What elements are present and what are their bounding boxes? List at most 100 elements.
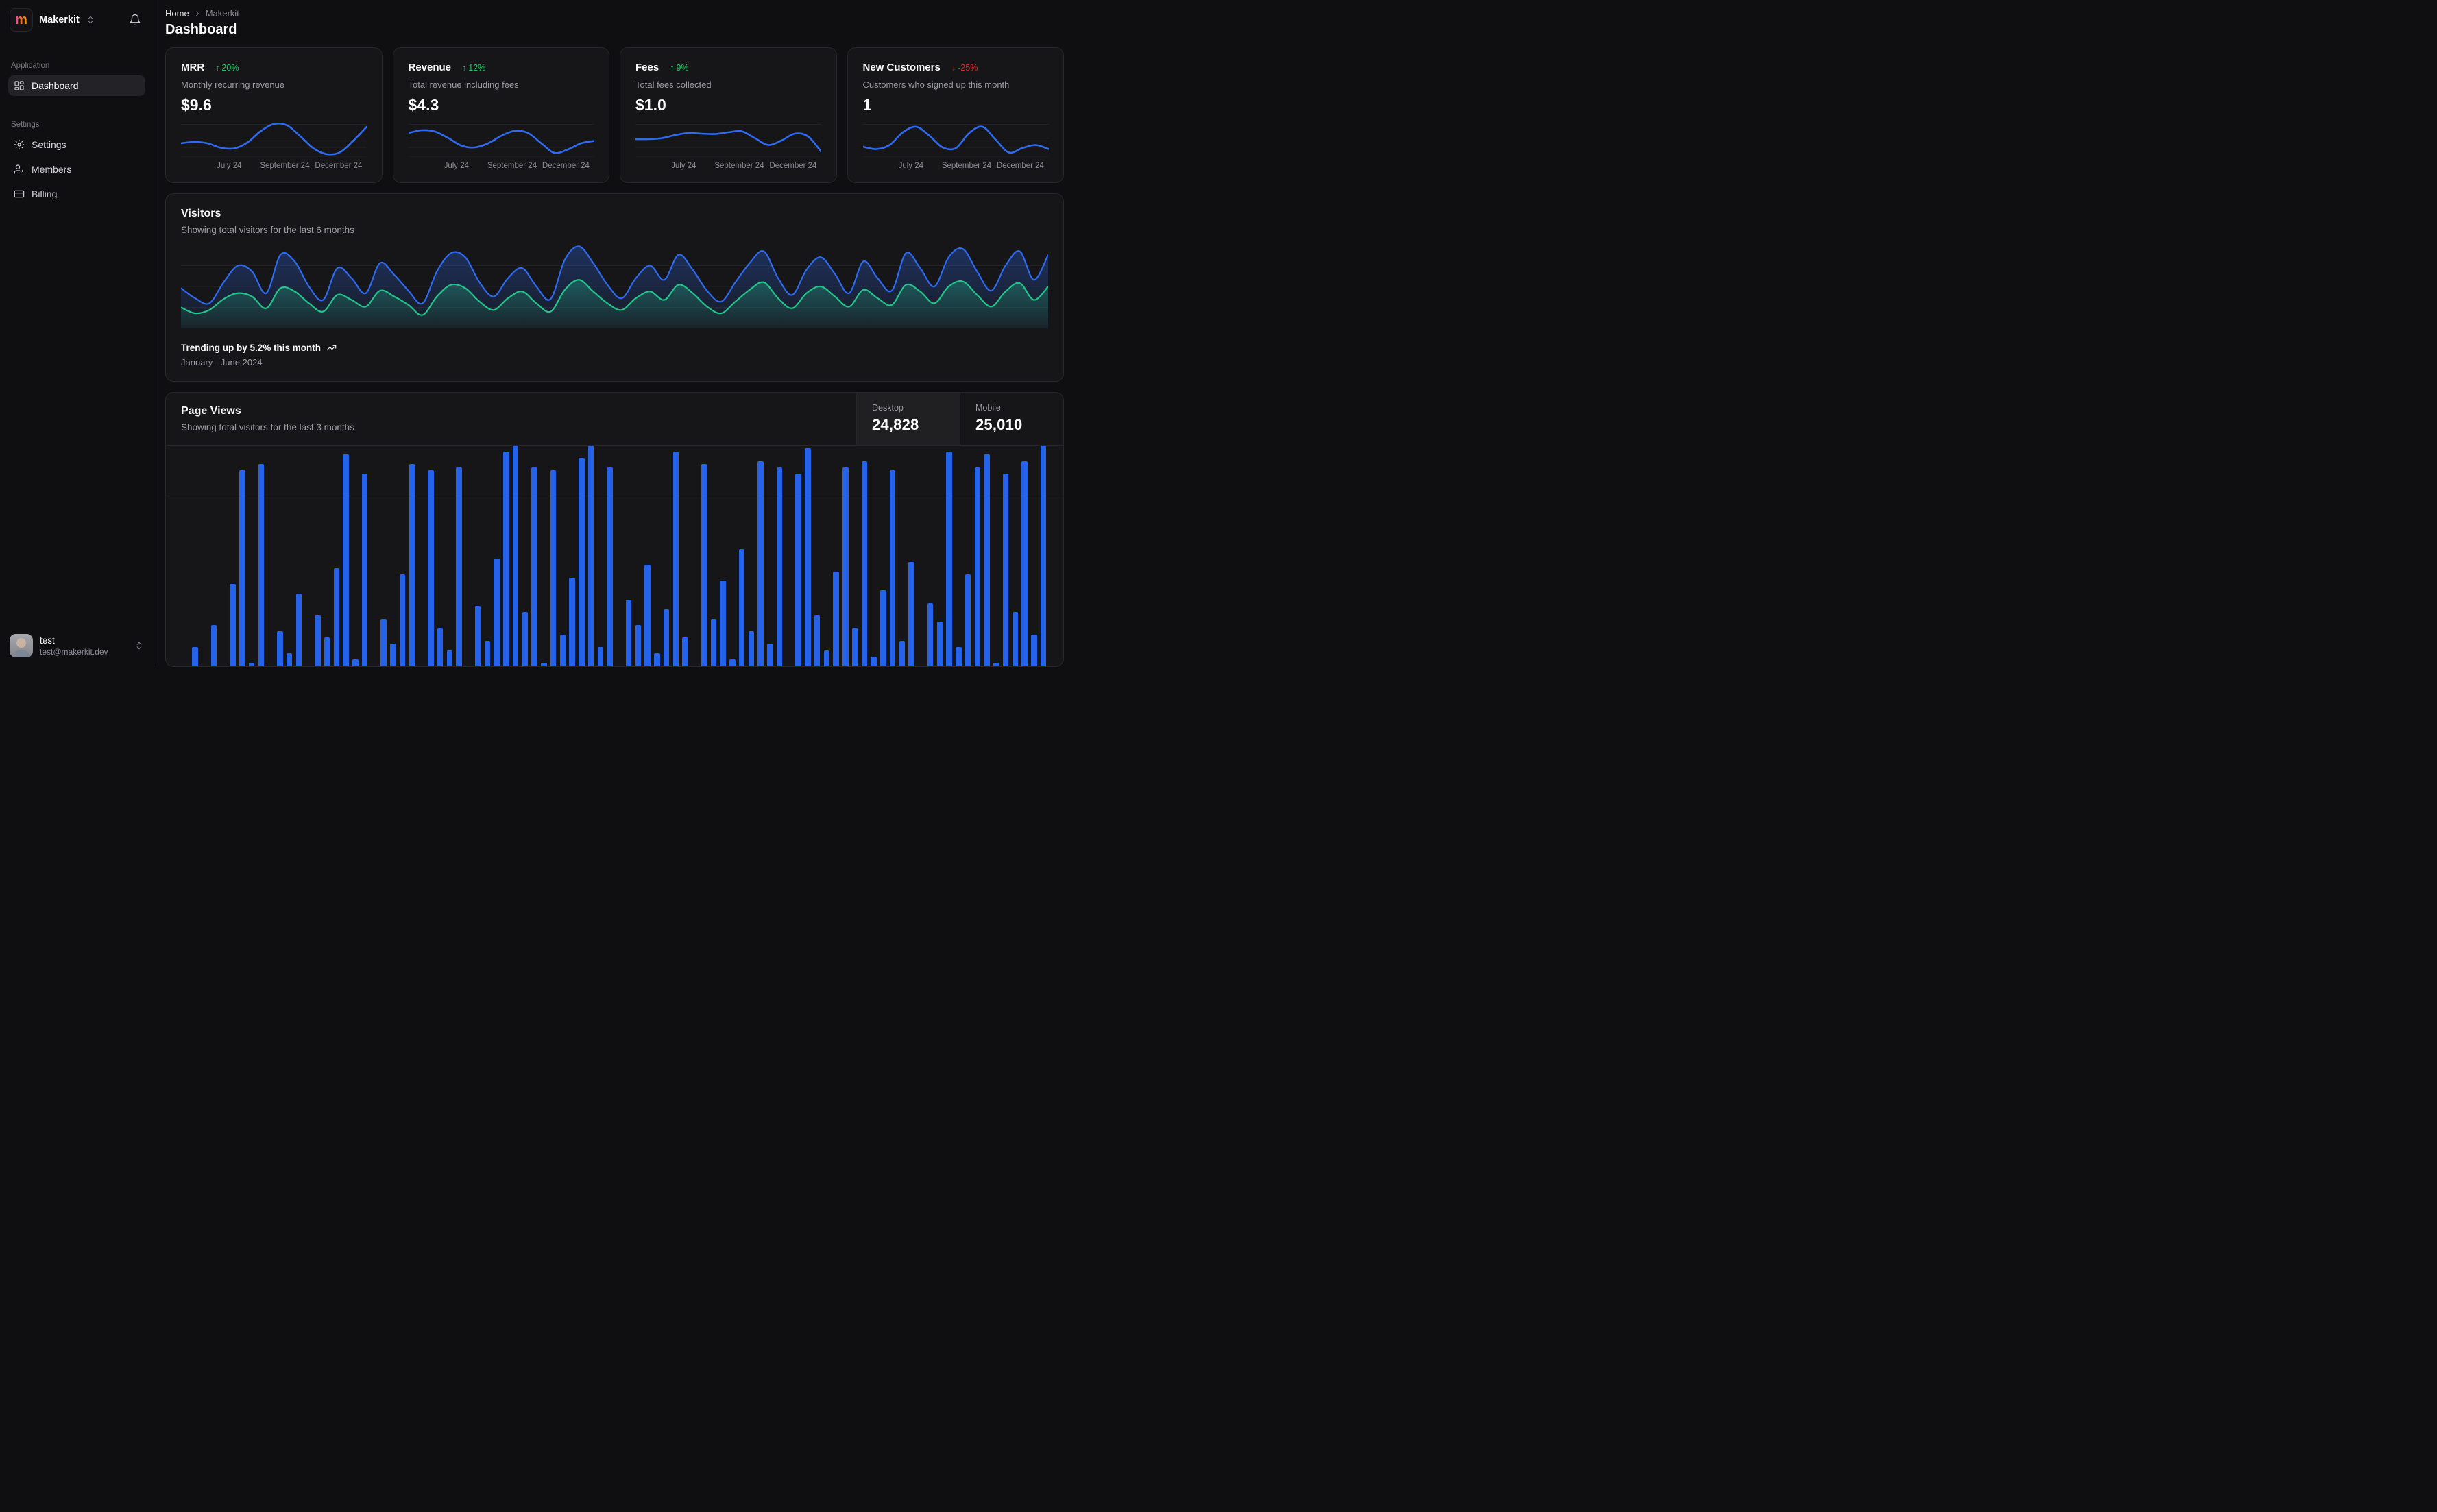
- stat-value: $1.0: [635, 96, 666, 114]
- chevrons-up-down-icon: [88, 16, 93, 24]
- bar: [446, 650, 453, 666]
- bar: [984, 454, 990, 666]
- main-content: Home Makerkit Dashboard MRR ↑ 20% Monthly…: [154, 0, 1075, 667]
- workspace-name: Makerkit: [39, 14, 80, 25]
- bar: [936, 621, 943, 666]
- bar: [295, 593, 302, 666]
- bar: [918, 666, 924, 667]
- bar: [428, 470, 434, 666]
- bar: [682, 637, 688, 666]
- stat-card-mrr: MRR ↑ 20% Monthly recurring revenue $9.6 …: [165, 47, 383, 183]
- bar: [512, 445, 519, 666]
- makerkit-logo: m: [10, 8, 33, 32]
- stat-sparkline: July 24 September 24 December 24: [180, 120, 368, 174]
- bar: [248, 662, 255, 666]
- toggle-label: Desktop: [872, 403, 904, 413]
- stat-value: 1: [862, 96, 872, 114]
- x-tick-label: September 24: [941, 161, 992, 170]
- page-views-title: Page Views: [181, 404, 241, 417]
- bar: [1031, 634, 1037, 666]
- sidebar-item-label: Settings: [32, 139, 66, 150]
- sidebar-item-label: Dashboard: [32, 80, 79, 91]
- chevrons-up-down-icon: [136, 642, 142, 650]
- sidebar-item-billing[interactable]: Billing: [8, 184, 145, 204]
- toggle-label: Mobile: [975, 403, 1001, 413]
- toggle-value: 24,828: [872, 416, 919, 434]
- stat-subtitle: Monthly recurring revenue: [181, 80, 285, 90]
- sidebar-item-dashboard[interactable]: Dashboard: [8, 75, 145, 96]
- bar: [380, 618, 387, 666]
- bar: [550, 470, 557, 666]
- bar: [277, 631, 283, 666]
- bar: [692, 666, 698, 667]
- toggle-mobile[interactable]: Mobile 25,010: [960, 392, 1063, 445]
- breadcrumb-home[interactable]: Home: [165, 8, 189, 19]
- arrow-up-icon: ↑: [462, 62, 467, 73]
- stat-value: $9.6: [181, 96, 212, 114]
- page-title: Dashboard: [165, 22, 237, 37]
- bar: [880, 589, 886, 666]
- arrow-up-icon: ↑: [670, 62, 675, 73]
- breadcrumb: Home Makerkit: [165, 8, 1064, 19]
- bar: [965, 574, 971, 666]
- avatar: [10, 634, 33, 657]
- page-views-header: Page Views Showing total visitors for th…: [166, 392, 1063, 446]
- stat-delta-badge: ↑ 20%: [215, 62, 239, 73]
- bar: [635, 624, 642, 666]
- bar: [672, 451, 679, 666]
- bar: [559, 634, 566, 666]
- sidebar-item-members[interactable]: Members: [8, 159, 145, 180]
- bar: [390, 643, 396, 666]
- visitors-title: Visitors: [181, 207, 221, 219]
- sidebar-item-settings[interactable]: Settings: [8, 134, 145, 155]
- sidebar-item-label: Members: [32, 164, 72, 175]
- page-views-card: Page Views Showing total visitors for th…: [165, 391, 1064, 667]
- x-tick-label: December 24: [769, 161, 817, 170]
- toggle-desktop[interactable]: Desktop 24,828: [856, 392, 960, 445]
- bar: [767, 643, 773, 666]
- bar: [569, 577, 575, 666]
- bar: [531, 467, 537, 666]
- stat-value: $4.3: [408, 96, 439, 114]
- workspace-selector[interactable]: m Makerkit: [8, 7, 145, 33]
- notifications-button[interactable]: [126, 11, 144, 29]
- stat-sparkline: July 24 September 24 December 24: [634, 120, 823, 174]
- bar: [597, 646, 604, 666]
- stat-title: Fees: [635, 62, 659, 73]
- stat-delta-badge: ↑ 12%: [462, 62, 486, 73]
- user-menu[interactable]: test test@makerkit.dev: [8, 631, 145, 660]
- bar: [908, 561, 914, 666]
- x-tick-label: December 24: [542, 161, 590, 170]
- bar: [286, 653, 293, 666]
- bar: [361, 473, 368, 666]
- stat-sparkline: July 24 September 24 December 24: [407, 120, 595, 174]
- x-tick-label: September 24: [260, 161, 310, 170]
- bar: [710, 618, 717, 666]
- bar: [503, 451, 509, 666]
- page-views-subtitle: Showing total visitors for the last 3 mo…: [181, 422, 354, 432]
- section-label-application: Application: [11, 62, 50, 70]
- bar: [210, 624, 217, 666]
- bar: [927, 602, 934, 666]
- bar: [899, 640, 906, 666]
- bar: [587, 445, 594, 666]
- x-tick-label: July 24: [217, 161, 242, 170]
- bar: [757, 461, 764, 666]
- bar: [258, 463, 265, 666]
- stat-subtitle: Total fees collected: [635, 80, 712, 90]
- stat-title: MRR: [181, 62, 205, 73]
- visitors-area-chart: [180, 245, 1049, 332]
- bar: [814, 615, 821, 666]
- chevron-right-icon: [195, 11, 199, 16]
- x-tick-label: December 24: [996, 161, 1044, 170]
- stat-card-revenue: Revenue ↑ 12% Total revenue including fee…: [392, 47, 609, 183]
- bar: [1021, 461, 1028, 666]
- breadcrumb-current[interactable]: Makerkit: [206, 8, 239, 19]
- stat-delta-badge: ↓ -25%: [951, 62, 978, 73]
- bar: [456, 467, 462, 666]
- stat-delta-badge: ↑ 9%: [670, 62, 689, 73]
- bar: [352, 659, 359, 666]
- credit-card-icon: [14, 190, 25, 198]
- bar: [625, 599, 632, 666]
- bar: [343, 454, 349, 666]
